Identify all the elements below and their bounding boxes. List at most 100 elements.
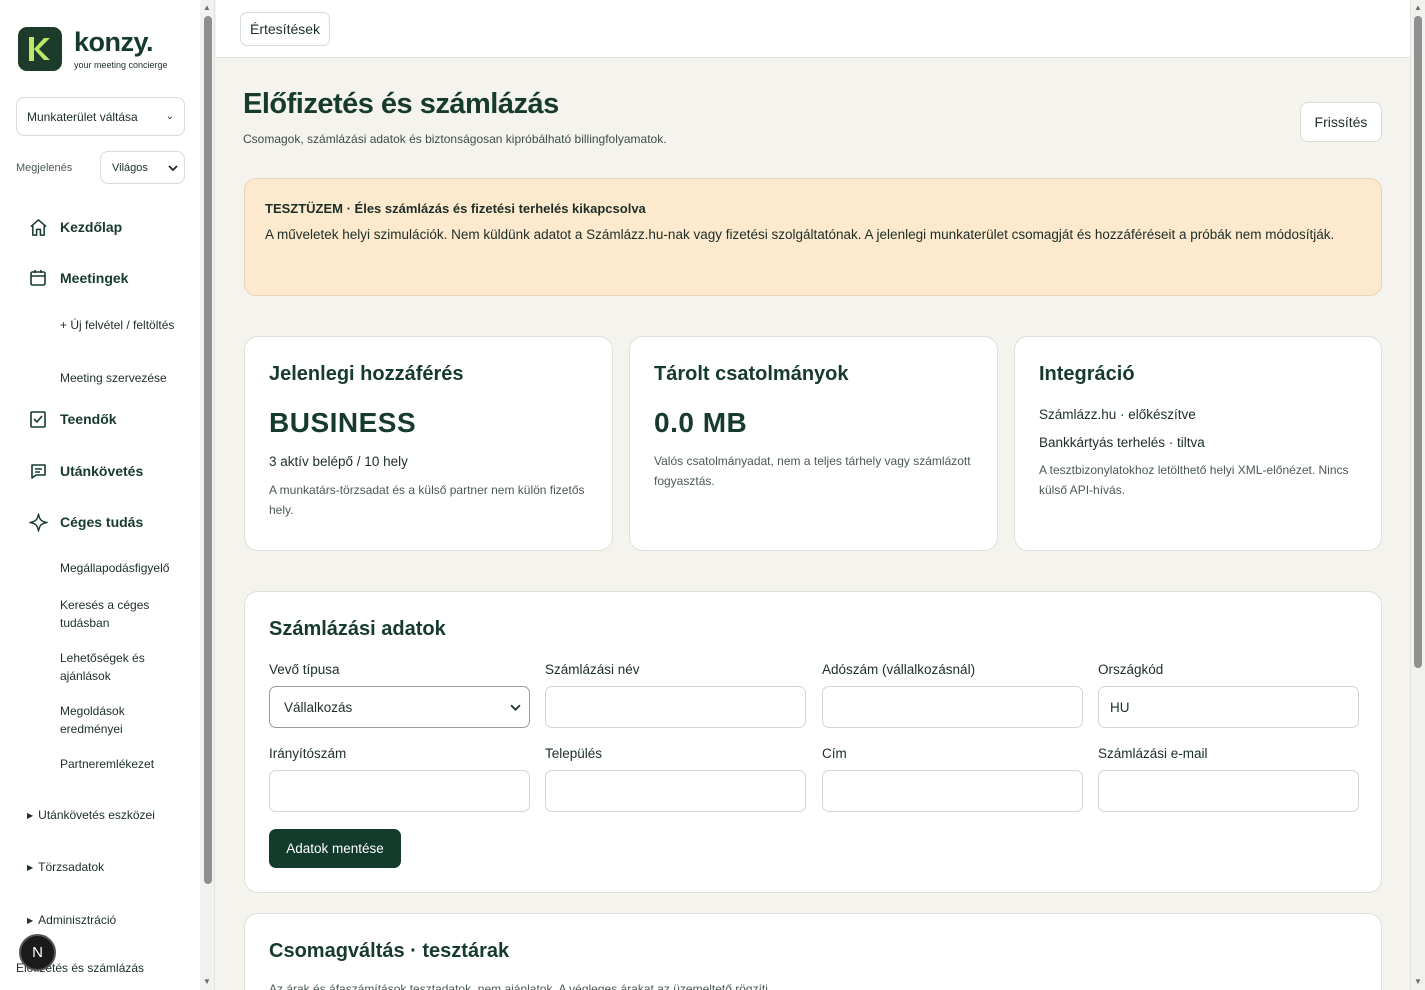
card-note: A tesztbizonylatokhoz letölthető helyi X… [1039,463,1349,497]
integration-status-card: Bankkártyás terhelés · tiltva [1039,435,1205,450]
sidebar-group-label: Törzsadatok [38,860,105,874]
checkbox-icon [28,409,48,429]
address-input[interactable] [822,770,1083,812]
country-code-input[interactable]: HU [1098,686,1359,728]
alert-title: TESZTÜZEM · Éles számlázás és fizetési t… [265,201,646,216]
seat-count: 3 aktív belépő / 10 hely [269,454,408,469]
billing-form-card: Számlázási adatok Vevő típusa Vállalkozá… [244,591,1382,893]
sidebar-item-meetings[interactable]: Meetingek [28,268,128,288]
page-title: Előfizetés és számlázás [243,88,559,120]
sidebar-group-administration[interactable]: ▶ Adminisztráció [27,913,116,927]
scroll-down-icon[interactable]: ▼ [1414,977,1422,986]
sidebar-item-label: Meetingek [60,270,129,286]
save-billing-button[interactable]: Adatok mentése [269,829,401,868]
sidebar-item-solution-results[interactable]: Megoldások eredményei [60,702,185,738]
sidebar-item-label: Teendők [60,411,117,427]
city-input[interactable] [545,770,806,812]
user-avatar[interactable]: N [19,934,56,971]
sidebar-item-partner-memory[interactable]: Partneremlékezet [60,755,185,773]
sidebar-group-followup-tools[interactable]: ▶ Utánkövetés eszközei [27,808,155,822]
test-mode-alert: TESZTÜZEM · Éles számlázás és fizetési t… [244,178,1382,296]
sidebar: konzy. your meeting concierge Munkaterül… [0,0,200,990]
alert-body: A műveletek helyi szimulációk. Nem küldü… [265,227,1335,242]
sidebar-item-agreement-watch[interactable]: Megállapodásfigyelő [60,559,185,577]
buyer-type-value: Vállalkozás [284,699,353,715]
zip-input[interactable] [269,770,530,812]
buyer-type-label: Vevő típusa [269,662,340,677]
appearance-select[interactable]: Világos [100,151,185,184]
triangle-right-icon: ▶ [27,862,34,872]
card-note: A munkatárs-törzsadat és a külső partner… [269,483,585,517]
sidebar-group-label: Utánkövetés eszközei [38,808,155,822]
country-code-label: Országkód [1098,662,1164,677]
message-icon [28,461,48,481]
chevron-down-icon [510,704,521,711]
sparkle-icon [28,512,48,532]
brand-name: konzy. [74,27,154,57]
sidebar-item-label: Kezdőlap [60,219,123,235]
package-change-card: Csomagváltás · tesztárak Az árak és áfas… [244,913,1382,990]
integration-card: Integráció Számlázz.hu · előkészítve Ban… [1014,336,1382,551]
integration-status-szamlazz: Számlázz.hu · előkészítve [1039,407,1196,422]
billing-email-input[interactable] [1098,770,1359,812]
plan-name: BUSINESS [269,407,417,438]
tax-number-label: Adószám (vállalkozásnál) [822,662,976,677]
scroll-up-icon[interactable]: ▲ [1414,3,1422,12]
page-subtitle: Csomagok, számlázási adatok és biztonság… [243,132,667,146]
scroll-down-icon[interactable]: ▼ [203,977,211,986]
main-scrollbar[interactable]: ▲ ▼ [1410,0,1425,990]
card-title: Tárolt csatolmányok [654,363,849,385]
tax-number-input[interactable] [822,686,1083,728]
chevron-down-icon [168,164,178,171]
card-note: Valós csatolmányadat, nem a teljes tárhe… [654,454,971,488]
zip-label: Irányítószám [269,746,347,761]
sidebar-item-opportunities[interactable]: Lehetőségek és ajánlások [60,649,185,685]
triangle-right-icon: ▶ [27,810,34,820]
sidebar-item-new-recording[interactable]: + Új felvétel / feltöltés [60,316,185,334]
refresh-button[interactable]: Frissítés [1300,102,1382,142]
scroll-up-icon[interactable]: ▲ [203,3,211,12]
topbar: Értesítések [216,0,1410,58]
billing-email-label: Számlázási e-mail [1098,746,1208,761]
storage-value: 0.0 MB [654,407,748,438]
brand-tagline: your meeting concierge [74,60,168,70]
sidebar-item-company-knowledge[interactable]: Céges tudás [28,512,143,532]
sidebar-scroll-thumb[interactable] [204,16,212,884]
sidebar-item-todos[interactable]: Teendők [28,409,117,429]
chevron-down-icon: ⌄ [165,111,174,122]
sidebar-group-label: Adminisztráció [38,913,117,927]
card-title: Integráció [1039,363,1135,385]
buyer-type-select[interactable]: Vállalkozás [269,686,530,728]
access-card: Jelenlegi hozzáférés BUSINESS 3 aktív be… [244,336,613,551]
notifications-button[interactable]: Értesítések [240,12,331,46]
home-icon [28,217,48,237]
address-label: Cím [822,746,847,761]
city-label: Település [545,746,603,761]
billing-name-input[interactable] [545,686,806,728]
package-title: Csomagváltás · tesztárak [269,940,510,962]
sidebar-item-label: Utánkövetés [60,463,144,479]
sidebar-item-organize-meeting[interactable]: Meeting szervezése [60,369,185,387]
form-title: Számlázási adatok [269,618,446,640]
konzy-logo-icon [18,27,62,71]
package-subtitle: Az árak és áfaszámítások tesztadatok, ne… [269,982,772,990]
sidebar-item-label: Céges tudás [60,514,144,530]
storage-card: Tárolt csatolmányok 0.0 MB Valós csatolm… [629,336,998,551]
appearance-row: Megjelenés Világos [16,151,185,184]
sidebar-scrollbar[interactable]: ▲ ▼ [201,0,215,990]
billing-name-label: Számlázási név [545,662,640,677]
sidebar-item-followups[interactable]: Utánkövetés [28,461,143,481]
appearance-label: Megjelenés [16,161,73,174]
main-content: Előfizetés és számlázás Csomagok, számlá… [216,58,1410,990]
appearance-value: Világos [112,161,148,174]
main-scroll-thumb[interactable] [1414,16,1422,668]
sidebar-group-master-data[interactable]: ▶ Törzsadatok [27,860,104,874]
card-title: Jelenlegi hozzáférés [269,363,464,385]
sidebar-item-home[interactable]: Kezdőlap [28,217,122,237]
calendar-icon [28,268,48,288]
workspace-switch-label: Munkaterület váltása [27,109,138,124]
sidebar-item-knowledge-search[interactable]: Keresés a céges tudásban [60,596,185,632]
workspace-switch-select[interactable]: Munkaterület váltása ⌄ [16,97,185,136]
brand-logo[interactable]: konzy. your meeting concierge [18,27,168,71]
triangle-right-icon: ▶ [27,915,34,925]
